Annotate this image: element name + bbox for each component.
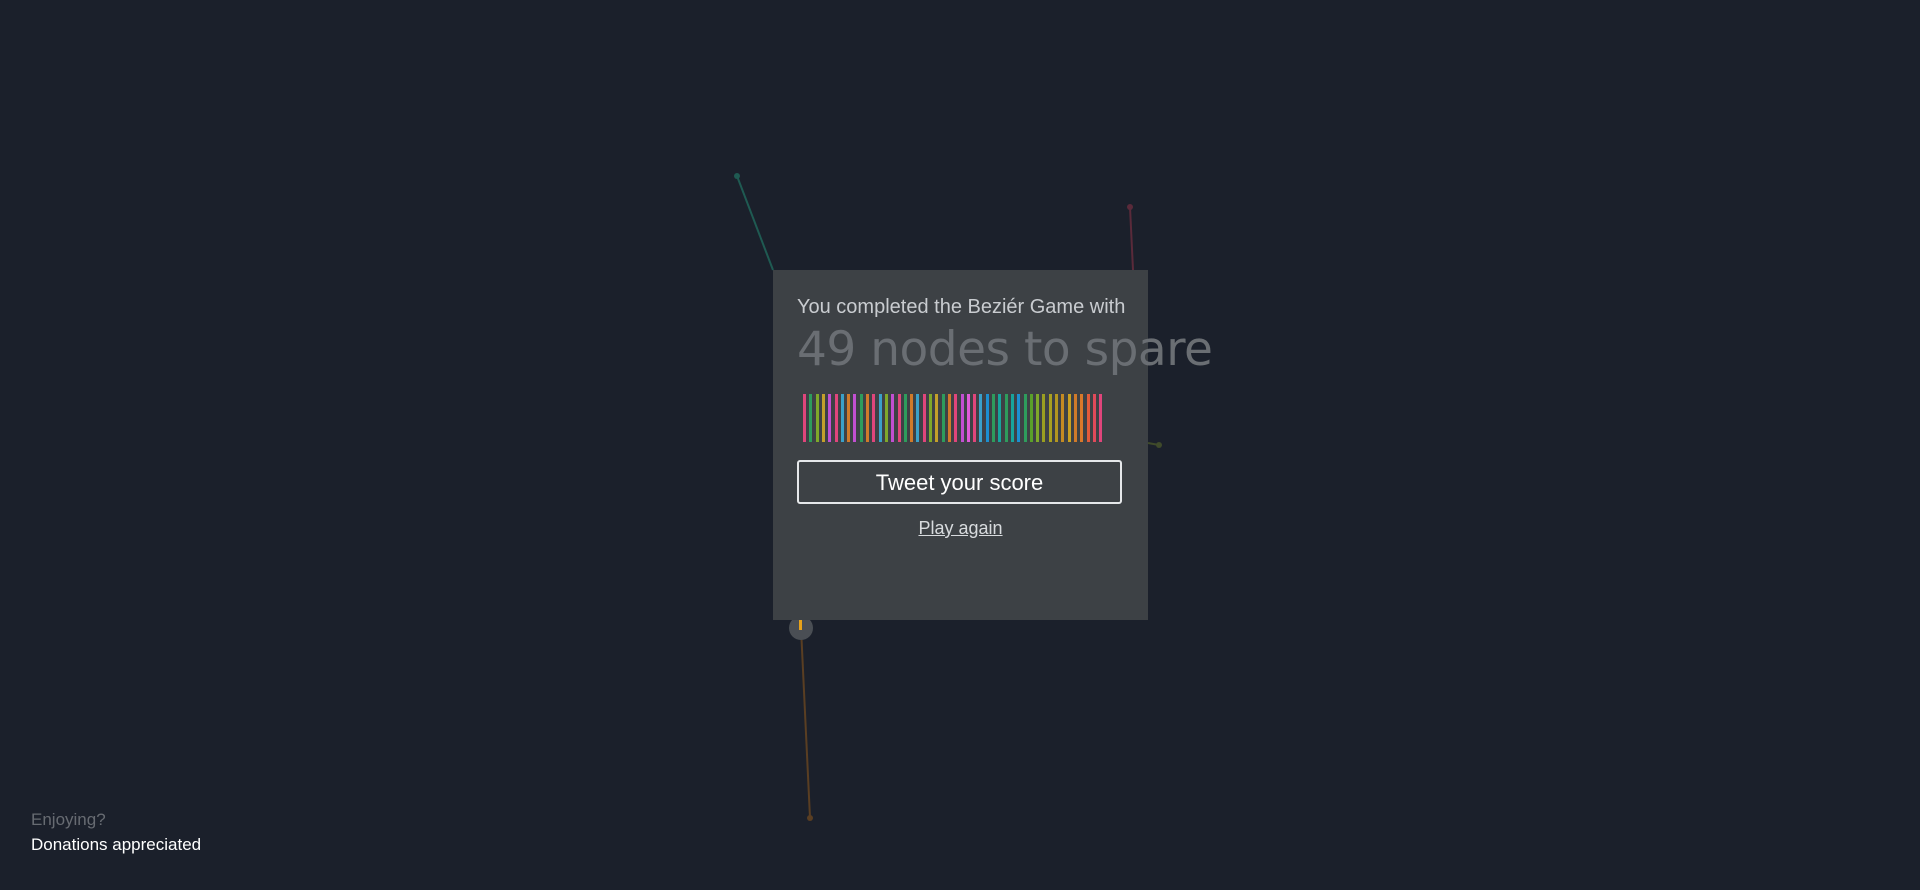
remaining-node-bar [1055, 394, 1058, 442]
remaining-node-bar [859, 394, 863, 442]
bezier-control-point-olive[interactable] [1156, 442, 1162, 448]
remaining-node-bar [916, 394, 920, 442]
remaining-node-bar [992, 394, 995, 442]
remaining-node-bar [1029, 394, 1033, 442]
donations-link[interactable]: Donations appreciated [31, 832, 201, 858]
remaining-node-bar [1099, 394, 1103, 442]
remaining-node-bar [1017, 394, 1021, 442]
bezier-anchor-marker [799, 620, 802, 630]
remaining-node-bar [897, 394, 901, 442]
remaining-node-bar [941, 394, 945, 442]
remaining-node-bar [903, 394, 907, 442]
remaining-node-bar [1080, 394, 1084, 442]
remaining-node-bar [853, 394, 857, 442]
remaining-node-bar [1036, 394, 1040, 442]
remaining-node-bar [828, 394, 832, 442]
remaining-node-bar [821, 394, 825, 442]
remaining-node-bar [1004, 394, 1008, 442]
remaining-node-bar [960, 394, 964, 442]
remaining-node-bar [910, 394, 914, 442]
remaining-node-bar [878, 394, 882, 442]
enjoying-label: Enjoying? [31, 810, 106, 829]
remaining-node-bar [1048, 394, 1052, 442]
remaining-node-bar [929, 394, 932, 442]
bezier-control-point-teal[interactable] [734, 173, 740, 179]
bezier-handle-line-orange [800, 627, 811, 819]
remaining-node-bar [872, 394, 876, 442]
remaining-node-bar [809, 394, 813, 442]
remaining-node-bar [1086, 394, 1090, 442]
remaining-node-bar [891, 394, 895, 442]
remaining-node-bar [966, 394, 970, 442]
bezier-control-point-red[interactable] [1127, 204, 1133, 210]
remaining-node-bar [884, 394, 888, 442]
remaining-node-bar [935, 394, 939, 442]
remaining-node-bar [1073, 394, 1077, 442]
remaining-node-bar [947, 394, 951, 442]
nodes-to-spare-score: 49 nodes to spare [797, 322, 1213, 377]
remaining-node-bar [954, 394, 958, 442]
remaining-node-bar [973, 394, 977, 442]
remaining-node-bar [803, 394, 806, 442]
remaining-node-bar [1042, 394, 1046, 442]
completion-message: You completed the Beziér Game with [797, 296, 1126, 318]
play-again-link[interactable]: Play again [901, 518, 1021, 539]
remaining-node-bar [847, 394, 851, 442]
remaining-nodes-bar-strip [803, 394, 1113, 442]
donation-footer: Enjoying? Donations appreciated [31, 808, 201, 858]
remaining-node-bar [1023, 394, 1027, 442]
remaining-node-bar [840, 394, 844, 442]
bezier-handle-line-red [1129, 206, 1134, 271]
tweet-score-button[interactable]: Tweet your score [797, 460, 1122, 504]
remaining-node-bar [815, 394, 819, 442]
remaining-node-bar [1067, 394, 1071, 442]
remaining-node-bar [985, 394, 989, 442]
game-stage: You completed the Beziér Game with 49 no… [0, 0, 1920, 890]
remaining-node-bar [1092, 394, 1096, 442]
remaining-node-bar [866, 394, 869, 442]
remaining-node-bar [834, 394, 838, 442]
remaining-node-bar [998, 394, 1002, 442]
remaining-node-bar [922, 394, 926, 442]
remaining-node-bar [1061, 394, 1065, 442]
game-complete-dialog: You completed the Beziér Game with 49 no… [773, 270, 1213, 620]
bezier-control-point-orange[interactable] [807, 815, 813, 821]
remaining-node-bar [979, 394, 983, 442]
remaining-node-bar [1010, 394, 1014, 442]
bezier-handle-line-teal [736, 175, 774, 271]
